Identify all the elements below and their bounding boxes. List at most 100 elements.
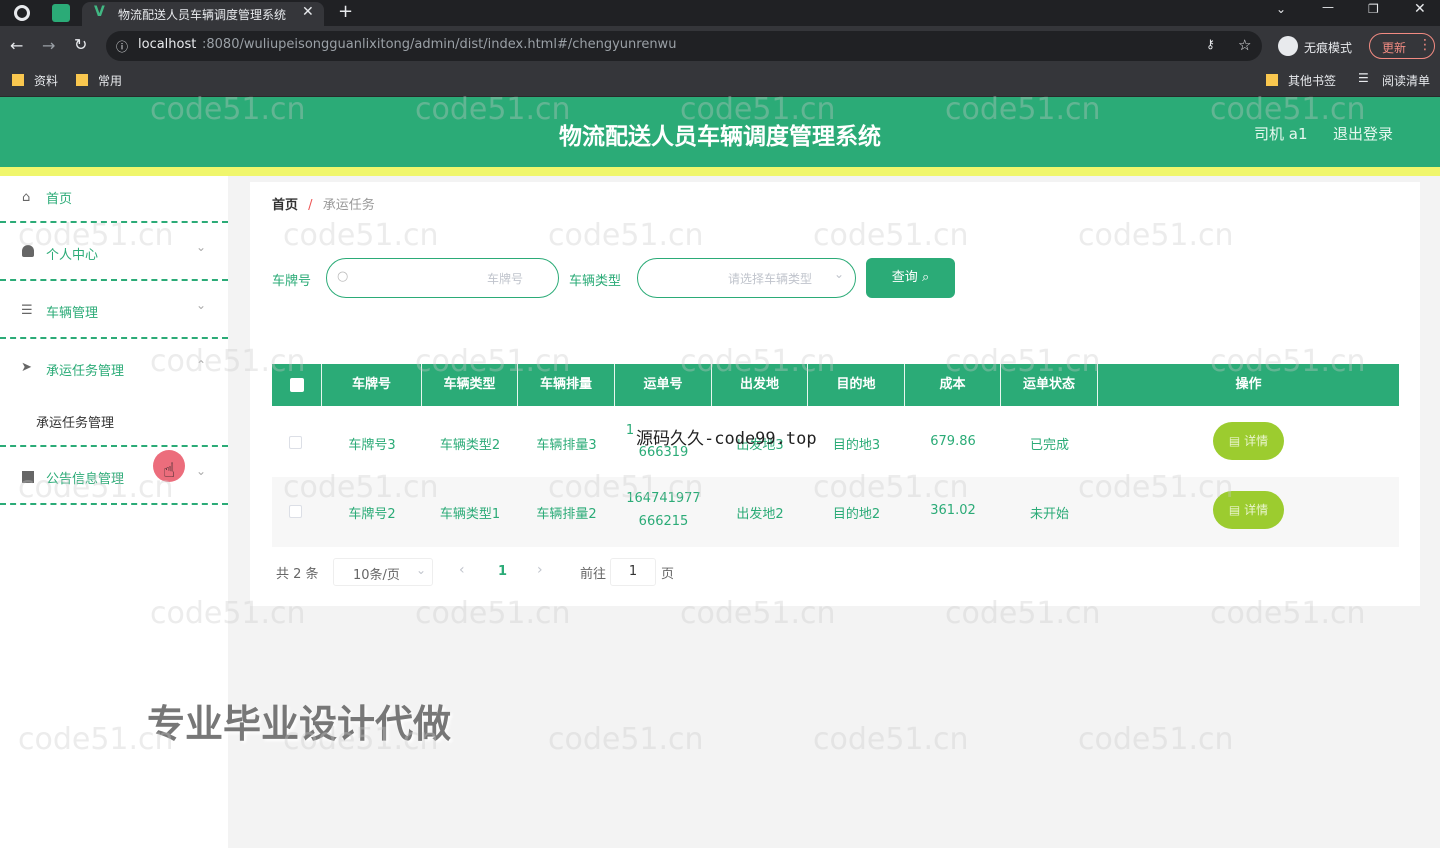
hand-cursor-icon: ☝ [163, 458, 176, 482]
next-page-icon[interactable]: › [537, 562, 543, 578]
update-button[interactable]: 更新 ⋮ [1369, 33, 1435, 59]
column-header: 目的地 [808, 364, 905, 406]
site-info-icon[interactable]: ⓘ [116, 38, 128, 55]
watermark: code51.cn [813, 722, 969, 757]
plate-input[interactable]: ○ 车牌号 [326, 258, 559, 298]
code-overlay-text: 源码久久-code99.top [636, 429, 817, 449]
row-checkbox[interactable] [289, 505, 302, 518]
cell-cost: 679.86 [930, 434, 976, 449]
sidebar-subitem-label: 承运任务管理 [36, 416, 115, 431]
sidebar-item-tasks[interactable]: ➤ 承运任务管理 ⌃ [0, 340, 228, 398]
active-tab[interactable]: V 物流配送人员车辆调度管理系统 ✕ [82, 2, 324, 26]
query-button[interactable]: 查询 ⌕ [866, 258, 955, 298]
pagination-total: 共 2 条 [276, 567, 319, 582]
sidebar-item-label: 公告信息管理 [46, 472, 125, 487]
cell-waybill-line2: 666215 [638, 514, 689, 529]
detail-icon: ▤ [1228, 434, 1241, 448]
incognito-icon [1278, 36, 1298, 56]
goto-input[interactable]: 1 [610, 558, 656, 586]
page-suffix: 页 [661, 567, 675, 582]
breadcrumb: 首页 / 承运任务 [272, 194, 375, 213]
column-header: 车辆排量 [518, 364, 615, 406]
sidebar-item-label: 车辆管理 [46, 306, 99, 321]
new-tab-icon[interactable]: + [338, 1, 353, 22]
vue-icon: V [94, 4, 105, 20]
address-bar[interactable]: ⓘ localhost :8080/wuliupeisongguanlixito… [106, 31, 1262, 61]
browser-tab-strip: V 物流配送人员车辆调度管理系统 ✕ + ⌄ — ❐ ✕ [0, 0, 1440, 26]
breadcrumb-separator: / [308, 198, 313, 213]
maximize-icon[interactable]: ❐ [1368, 2, 1379, 16]
list-icon: ☰ [21, 303, 33, 318]
page-size-select[interactable]: 10条/页 ⌄ [333, 558, 433, 586]
reload-icon[interactable]: ↻ [74, 35, 87, 54]
prev-page-icon[interactable]: ‹ [459, 562, 465, 578]
sidebar-item-vehicles[interactable]: ☰ 车辆管理 ⌄ [0, 282, 228, 340]
key-icon[interactable]: ⚷ [1206, 37, 1215, 51]
header-accent-bar [0, 167, 1440, 176]
chevron-down-icon: ⌄ [196, 464, 207, 478]
detail-button[interactable]: ▤ 详情 [1213, 422, 1284, 460]
type-placeholder: 请选择车辆类型 [728, 272, 813, 286]
plate-label: 车牌号 [272, 274, 312, 289]
chevron-down-icon: ⌄ [196, 240, 207, 254]
bookmark-item[interactable]: 常用 [98, 72, 122, 89]
chevron-down-icon: ⌄ [834, 267, 845, 281]
menu-divider [0, 221, 228, 223]
watermark: code51.cn [1078, 722, 1234, 757]
sidebar-item-label: 承运任务管理 [46, 364, 125, 379]
cell-displacement: 车辆排量2 [536, 507, 597, 522]
cell-status: 已完成 [1029, 438, 1069, 453]
cell-plate: 车牌号2 [348, 507, 396, 522]
tab-search-icon[interactable]: ⌄ [1276, 2, 1286, 16]
cell-displacement: 车辆排量3 [536, 438, 597, 453]
reading-list[interactable]: 阅读清单 [1382, 72, 1430, 89]
tab-title: 物流配送人员车辆调度管理系统 [118, 8, 287, 22]
cell-type: 车辆类型1 [439, 507, 501, 522]
update-label: 更新 [1382, 41, 1407, 55]
breadcrumb-home[interactable]: 首页 [272, 198, 298, 213]
url-path: :8080/wuliupeisongguanlixitong/admin/dis… [202, 37, 677, 52]
cell-status: 未开始 [1029, 507, 1069, 522]
minimize-icon[interactable]: — [1322, 0, 1334, 14]
bookmark-star-icon[interactable]: ☆ [1238, 36, 1251, 54]
menu-divider [0, 337, 228, 339]
sidebar-item-notices[interactable]: 公告信息管理 ⌄ [0, 448, 228, 506]
bookmarks-bar: 资料 常用 其他书签 ☰ 阅读清单 [0, 66, 1440, 97]
cell-waybill: 164741977 [626, 491, 701, 506]
window-close-icon[interactable]: ✕ [1414, 1, 1426, 17]
logout-button[interactable]: 退出登录 [1333, 123, 1393, 144]
detail-button[interactable]: ▤ 详情 [1213, 491, 1284, 529]
bookmark-item[interactable]: 资料 [34, 72, 58, 89]
select-all-cell [272, 364, 322, 406]
type-select[interactable]: 请选择车辆类型 ⌄ [637, 258, 856, 298]
forward-icon[interactable]: → [42, 36, 55, 55]
goto-value: 1 [628, 564, 638, 579]
back-icon[interactable]: ← [10, 36, 23, 55]
column-header: 操作 [1235, 377, 1262, 392]
chevron-down-icon: ⌄ [416, 563, 427, 577]
cell-cost: 361.02 [930, 503, 976, 518]
user-icon [22, 245, 34, 257]
menu-divider [0, 279, 228, 281]
column-header: 出发地 [712, 364, 808, 406]
column-header: 车牌号 [322, 364, 422, 406]
chrome-logo-icon[interactable] [14, 5, 30, 21]
goto-label: 前往 [580, 567, 607, 582]
incognito-label: 无痕模式 [1304, 41, 1353, 55]
breadcrumb-current: 承运任务 [322, 198, 375, 213]
cell-origin: 出发地2 [736, 507, 784, 522]
watermark: code51.cn [548, 722, 704, 757]
current-page[interactable]: 1 [498, 564, 507, 579]
chevron-up-icon: ⌃ [196, 358, 207, 372]
app-tab-icon[interactable] [52, 4, 70, 22]
sidebar-item-profile[interactable]: 个人中心 ⌄ [0, 224, 228, 282]
sidebar-item-label: 个人中心 [46, 248, 99, 263]
cell-dest: 目的地2 [832, 507, 881, 522]
select-all-checkbox[interactable] [290, 378, 304, 392]
other-bookmarks[interactable]: 其他书签 [1288, 72, 1336, 89]
query-label: 查询 [891, 270, 918, 285]
row-checkbox[interactable] [289, 436, 302, 449]
tab-close-icon[interactable]: ✕ [302, 4, 314, 20]
reading-list-icon: ☰ [1358, 71, 1369, 85]
detail-label: 详情 [1244, 434, 1269, 448]
